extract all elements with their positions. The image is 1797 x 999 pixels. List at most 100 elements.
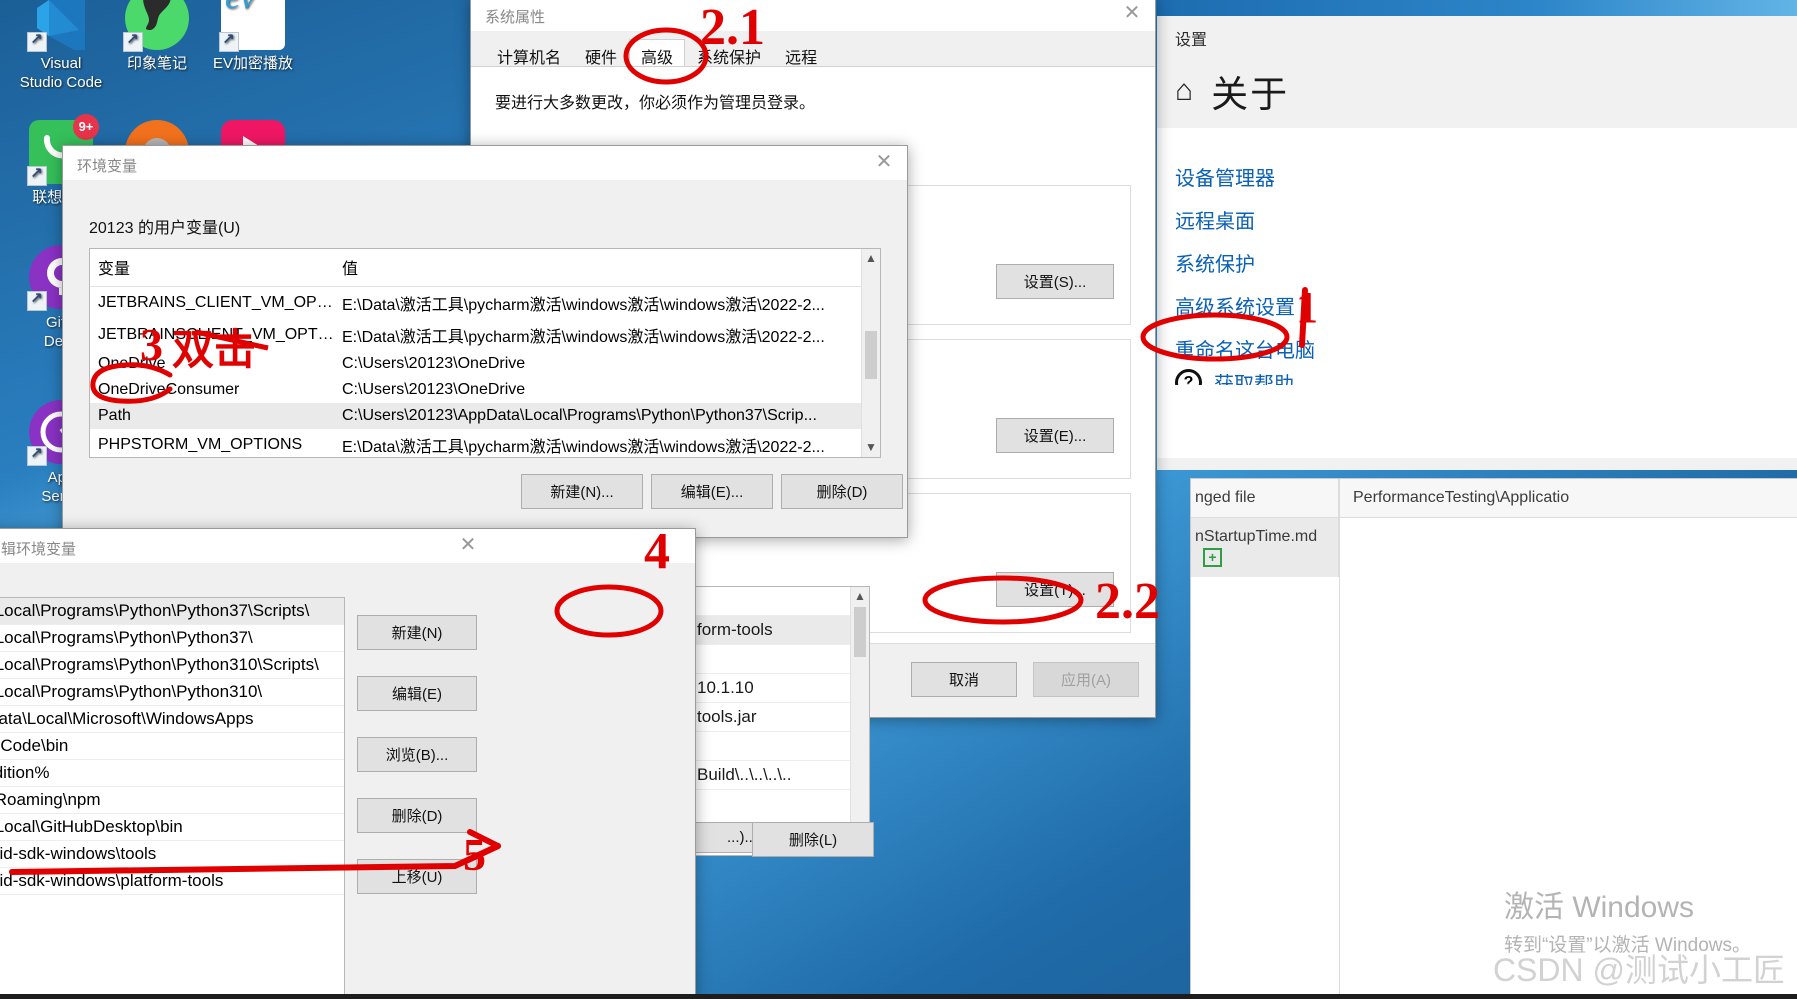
column-header-variable: 变量 xyxy=(90,249,334,287)
desktop-icon-evernote[interactable]: 印象笔记 xyxy=(102,0,212,73)
shortcut-overlay-icon xyxy=(27,444,47,466)
var-name: JETBRAINS_CLIENT_VM_OPT... xyxy=(98,294,334,311)
list-item[interactable]: %USERPROFILE%\AppData\Local\Microsoft\Wi… xyxy=(0,706,344,733)
vertical-scrollbar[interactable]: ▲ ▼ xyxy=(850,587,869,855)
scrollbar-thumb[interactable] xyxy=(854,607,866,657)
desktop-icon-vscode[interactable]: VisualStudio Code xyxy=(6,0,116,92)
home-icon[interactable]: ⌂ xyxy=(1175,76,1193,106)
performance-settings-button[interactable]: 设置(S)... xyxy=(996,264,1114,299)
var-name: OneDriveConsumer xyxy=(98,381,240,398)
ide-col1-header: nged file xyxy=(1191,479,1339,517)
chevron-down-icon[interactable]: ▼ xyxy=(862,438,880,457)
vscode-icon xyxy=(27,0,93,56)
settings-link-bitlocker-clipped[interactable]: BitLocker 设置 xyxy=(1175,128,1797,148)
notification-badge: 9+ xyxy=(73,114,99,140)
edit-path-button[interactable]: 编辑(E) xyxy=(357,676,477,711)
list-item[interactable] xyxy=(693,587,869,616)
user-variables-label: 20123 的用户变量(U) xyxy=(89,220,241,237)
list-item[interactable]: 10.1.10 xyxy=(693,674,869,703)
path-entry-list[interactable]: C:\Users\20123\AppData\Local\Programs\Py… xyxy=(0,597,345,998)
settings-link-remote-desktop[interactable]: 远程桌面 xyxy=(1175,191,1797,234)
list-item[interactable]: D:\programs\Microsoft VS Code\bin xyxy=(0,733,344,760)
scrollbar-thumb[interactable] xyxy=(865,331,877,379)
cancel-button[interactable]: 取消 xyxy=(911,662,1017,697)
settings-link-bitlocker[interactable]: BitLocker 设置 xyxy=(1175,128,1797,148)
edit-variable-button[interactable]: 编辑(E)... xyxy=(651,474,773,509)
ide-file-cell[interactable]: nStartupTime.md + xyxy=(1191,518,1339,577)
new-path-button[interactable]: 新建(N) xyxy=(357,615,477,650)
ide-path-cell xyxy=(1339,518,1797,577)
system-properties-tabs[interactable]: 计算机名 硬件 高级 系统保护 远程 xyxy=(471,31,1155,67)
shortcut-overlay-icon xyxy=(27,30,47,52)
page-title: 关于 xyxy=(1211,74,1290,115)
startup-recovery-settings-button[interactable]: 设置(T)... xyxy=(996,572,1114,607)
settings-link-get-help[interactable]: 获取帮助 xyxy=(1214,368,1294,386)
list-item[interactable]: C:\Users\20123\AppData\Local\GitHubDeskt… xyxy=(0,814,344,841)
var-value: C:\Users\20123\OneDrive xyxy=(342,381,526,398)
var-value: E:\Data\激活工具\pycharm激活\windows激活\windows… xyxy=(342,439,825,456)
delete-variable-button[interactable]: 删除(D) xyxy=(781,474,903,509)
browse-path-button[interactable]: 浏览(B)... xyxy=(357,737,477,772)
list-item[interactable]: E:\App\Android_sdk\android-sdk-windows\t… xyxy=(0,841,344,868)
settings-link-system-protection[interactable]: 系统保护 xyxy=(1175,234,1797,277)
apply-button[interactable]: 应用(A) xyxy=(1033,662,1139,697)
new-variable-button[interactable]: 新建(N)... xyxy=(521,474,643,509)
chevron-up-icon[interactable]: ▲ xyxy=(851,587,869,606)
list-item[interactable] xyxy=(693,732,869,761)
close-icon[interactable]: ✕ xyxy=(861,146,907,178)
list-item[interactable]: C:\Users\20123\AppData\Local\Programs\Py… xyxy=(0,598,344,625)
delete-path-button[interactable]: 删除(D) xyxy=(357,798,477,833)
list-item[interactable]: E:\App\Android_sdk\android-sdk-windows\p… xyxy=(0,868,344,895)
shortcut-overlay-icon xyxy=(123,30,143,52)
system-variables-list-behind[interactable]: form-tools 10.1.10 tools.jar Build\..\..… xyxy=(692,586,870,856)
list-item[interactable] xyxy=(693,645,869,674)
list-item[interactable]: C:\Users\20123\AppData\Local\Programs\Py… xyxy=(0,679,344,706)
tab-advanced[interactable]: 高级 xyxy=(629,39,686,67)
table-row[interactable]: JETBRAINSCLIENT_VM_OPTI... E:\Data\激活工具\p… xyxy=(90,319,880,351)
vertical-scrollbar[interactable]: ▲ ▼ xyxy=(861,249,880,457)
chevron-up-icon[interactable]: ▲ xyxy=(862,249,880,268)
list-item[interactable]: Build\..\..\..\.. xyxy=(693,761,869,790)
ev-player-icon: ev xyxy=(219,0,285,52)
list-item[interactable]: %PyCharm Community Edition% xyxy=(0,760,344,787)
settings-link-rename-pc[interactable]: 重命名这台电脑 xyxy=(1175,320,1797,363)
close-icon[interactable]: ✕ xyxy=(445,529,491,561)
edit-env-title: 辑环境变量 xyxy=(0,529,695,563)
settings-link-advanced-system-settings[interactable]: 高级系统设置 xyxy=(1175,277,1797,320)
tab-computer-name[interactable]: 计算机名 xyxy=(485,39,573,67)
settings-link-device-manager[interactable]: 设备管理器 xyxy=(1175,148,1797,191)
list-item[interactable]: C:\Users\20123\AppData\Roaming\npm xyxy=(0,787,344,814)
shortcut-overlay-icon xyxy=(219,30,239,52)
desktop-icon-ev-player[interactable]: ev EV加密播放 xyxy=(198,0,308,73)
ide-file-name: nStartupTime.md xyxy=(1195,528,1318,545)
environment-variables-window[interactable]: 环境变量 ✕ 20123 的用户变量(U) 变量 值 JETBRAINS_CLI… xyxy=(62,145,908,538)
tab-system-protection[interactable]: 系统保护 xyxy=(685,39,773,67)
table-row-path[interactable]: Path C:\Users\20123\AppData\Local\Program… xyxy=(90,403,880,429)
table-row[interactable]: PHPSTORM_VM_OPTIONS E:\Data\激活工具\pycharm激… xyxy=(90,429,880,457)
ide-table-header: nged file PerformanceTesting\Applicatio xyxy=(1191,479,1797,518)
user-profiles-settings-button[interactable]: 设置(E)... xyxy=(996,418,1114,453)
table-row[interactable]: JETBRAINS_CLIENT_VM_OPT... E:\Data\激活工具\p… xyxy=(90,287,880,320)
tab-hardware[interactable]: 硬件 xyxy=(573,39,629,67)
system-var-delete-button[interactable]: 删除(L) xyxy=(752,822,874,857)
user-variables-table[interactable]: 变量 值 JETBRAINS_CLIENT_VM_OPT... E:\Data\激… xyxy=(89,248,881,458)
settings-window[interactable]: 设置 ⌂ 关于 BitLocker 设置 设备管理器 远程桌面 系统保护 高级系… xyxy=(1157,0,1797,470)
list-item[interactable]: tools.jar xyxy=(693,703,869,732)
table-row[interactable]: OneDriveConsumer C:\Users\20123\OneDrive xyxy=(90,377,880,403)
list-item[interactable]: form-tools xyxy=(693,616,869,645)
edit-environment-variable-window[interactable]: 辑环境变量 ✕ C:\Users\20123\AppData\Local\Pro… xyxy=(0,528,696,999)
var-name: PHPSTORM_VM_OPTIONS xyxy=(98,436,303,453)
close-icon[interactable]: ✕ xyxy=(1109,0,1155,29)
column-header-value: 值 xyxy=(334,249,880,287)
table-row[interactable]: OneDrive C:\Users\20123\OneDrive xyxy=(90,351,880,377)
edit-env-button-column: 新建(N) 编辑(E) 浏览(B)... 删除(D) 上移(U) xyxy=(357,615,477,920)
ide-table-row[interactable]: nStartupTime.md + xyxy=(1191,518,1797,577)
list-item[interactable]: C:\Users\20123\AppData\Local\Programs\Py… xyxy=(0,625,344,652)
list-item[interactable]: C:\Users\20123\AppData\Local\Programs\Py… xyxy=(0,652,344,679)
csdn-credit: CSDN @测试小工匠 xyxy=(1492,952,1785,988)
tab-remote[interactable]: 远程 xyxy=(773,39,829,67)
plus-icon[interactable]: + xyxy=(1203,548,1222,567)
var-name: OneDrive xyxy=(98,355,166,372)
desktop-icon-label: 印象笔记 xyxy=(126,55,187,72)
move-up-button[interactable]: 上移(U) xyxy=(357,859,477,894)
